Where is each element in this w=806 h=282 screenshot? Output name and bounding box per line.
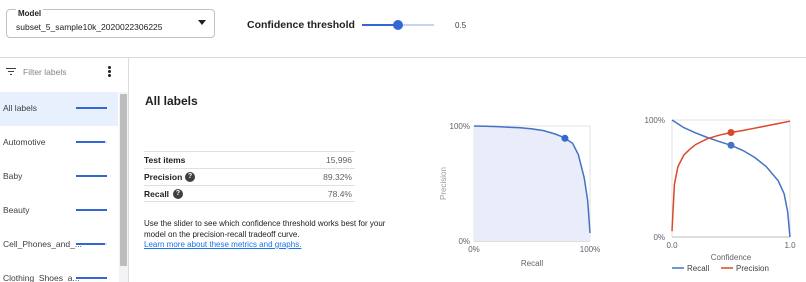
cc-x-tick-label: 0.0 bbox=[666, 241, 678, 250]
label-item-name: Cell_Phones_and_... bbox=[3, 239, 82, 249]
recall-marker bbox=[727, 141, 735, 149]
help-icon[interactable]: ? bbox=[185, 172, 195, 182]
help-icon[interactable]: ? bbox=[173, 189, 183, 199]
pr-x-axis-label: Recall bbox=[521, 259, 543, 268]
cc-y-tick-label: 0% bbox=[653, 233, 665, 242]
legend-precision-label: Precision bbox=[736, 264, 769, 273]
label-item-beauty[interactable]: Beauty bbox=[0, 194, 118, 228]
metric-value: 15,996 bbox=[326, 155, 352, 165]
filter-icon[interactable] bbox=[6, 68, 16, 76]
confidence-value: 0.5 bbox=[455, 21, 467, 30]
recall-line bbox=[671, 119, 791, 238]
metric-value: 89.32% bbox=[323, 172, 352, 182]
label-list: All labels Automotive Baby Beauty Cell_P… bbox=[0, 92, 118, 282]
metric-name: Recall bbox=[144, 189, 170, 199]
label-item-name: Automotive bbox=[3, 137, 46, 147]
slider-thumb[interactable] bbox=[393, 20, 403, 30]
confidence-slider[interactable] bbox=[362, 18, 434, 32]
label-item-cell-phones[interactable]: Cell_Phones_and_... bbox=[0, 228, 118, 262]
dropdown-arrow-icon bbox=[198, 20, 206, 25]
filter-row bbox=[0, 58, 128, 84]
label-sidebar: All labels Automotive Baby Beauty Cell_P… bbox=[0, 58, 129, 282]
precision-marker bbox=[727, 129, 735, 137]
label-item-bar-fill bbox=[76, 243, 106, 245]
more-options-icon[interactable] bbox=[108, 66, 112, 78]
label-item-name: Baby bbox=[3, 171, 23, 181]
confidence-chart: 100% 0% 0.0 1.0 Confidence Recall Precis… bbox=[645, 116, 797, 273]
label-item-bar-fill bbox=[76, 141, 106, 143]
scrollbar-thumb[interactable] bbox=[120, 94, 127, 266]
label-item-bar bbox=[76, 209, 107, 211]
pr-threshold-marker bbox=[561, 134, 569, 142]
model-value: subset_5_sample10k_2020022306225 bbox=[16, 22, 163, 32]
label-item-name: Clothing_Shoes_a... bbox=[3, 273, 80, 282]
legend-recall-label: Recall bbox=[687, 264, 709, 273]
learn-more-link[interactable]: Learn more about these metrics and graph… bbox=[144, 240, 301, 249]
label-item-bar-fill bbox=[76, 175, 107, 177]
metric-row-recall: Recall ? 78.4% bbox=[144, 185, 355, 202]
metric-value: 78.4% bbox=[327, 189, 352, 199]
metrics-table: Test items 15,996 Precision ? 89.32% Rec… bbox=[144, 151, 355, 202]
cc-x-axis-label: Confidence bbox=[711, 253, 752, 262]
label-item-bar-fill bbox=[76, 209, 107, 211]
pr-y-axis-label: Precision bbox=[439, 167, 448, 200]
pr-y-tick-label: 100% bbox=[450, 122, 470, 131]
pr-x-tick-label: 100% bbox=[580, 245, 600, 254]
metric-name: Test items bbox=[144, 155, 186, 165]
model-select[interactable]: Model subset_5_sample10k_2020022306225 bbox=[6, 9, 215, 38]
metric-name: Precision bbox=[144, 172, 183, 182]
cc-y-tick-label: 100% bbox=[645, 116, 665, 125]
metric-row-precision: Precision ? 89.32% bbox=[144, 168, 355, 185]
label-item-automotive[interactable]: Automotive bbox=[0, 126, 118, 160]
precision-recall-chart: 100% 0% 0% 100% Recall Precision bbox=[439, 122, 600, 268]
sidebar-scrollbar[interactable] bbox=[119, 92, 128, 282]
label-item-bar bbox=[76, 175, 107, 177]
label-item-name: Beauty bbox=[3, 205, 30, 215]
label-item-bar-fill bbox=[76, 107, 107, 109]
model-label: Model bbox=[16, 9, 44, 18]
metric-row-test-items: Test items 15,996 bbox=[144, 151, 355, 168]
confidence-threshold-label: Confidence threshold bbox=[247, 19, 355, 31]
label-item-clothing-shoes[interactable]: Clothing_Shoes_a... bbox=[0, 262, 118, 282]
label-item-bar bbox=[76, 107, 107, 109]
label-item-name: All labels bbox=[3, 103, 38, 113]
label-item-baby[interactable]: Baby bbox=[0, 160, 118, 194]
slider-help-text: Use the slider to see which confidence t… bbox=[144, 219, 386, 239]
precision-line bbox=[671, 120, 791, 232]
label-item-all-labels[interactable]: All labels bbox=[0, 92, 118, 126]
label-item-bar bbox=[76, 243, 107, 245]
pr-x-tick-label: 0% bbox=[468, 245, 480, 254]
label-item-bar bbox=[76, 141, 107, 143]
cc-x-tick-label: 1.0 bbox=[784, 241, 796, 250]
label-item-bar-fill bbox=[76, 277, 107, 279]
filter-labels-input[interactable] bbox=[23, 65, 101, 79]
label-item-bar bbox=[76, 277, 107, 279]
page-title: All labels bbox=[145, 94, 198, 108]
